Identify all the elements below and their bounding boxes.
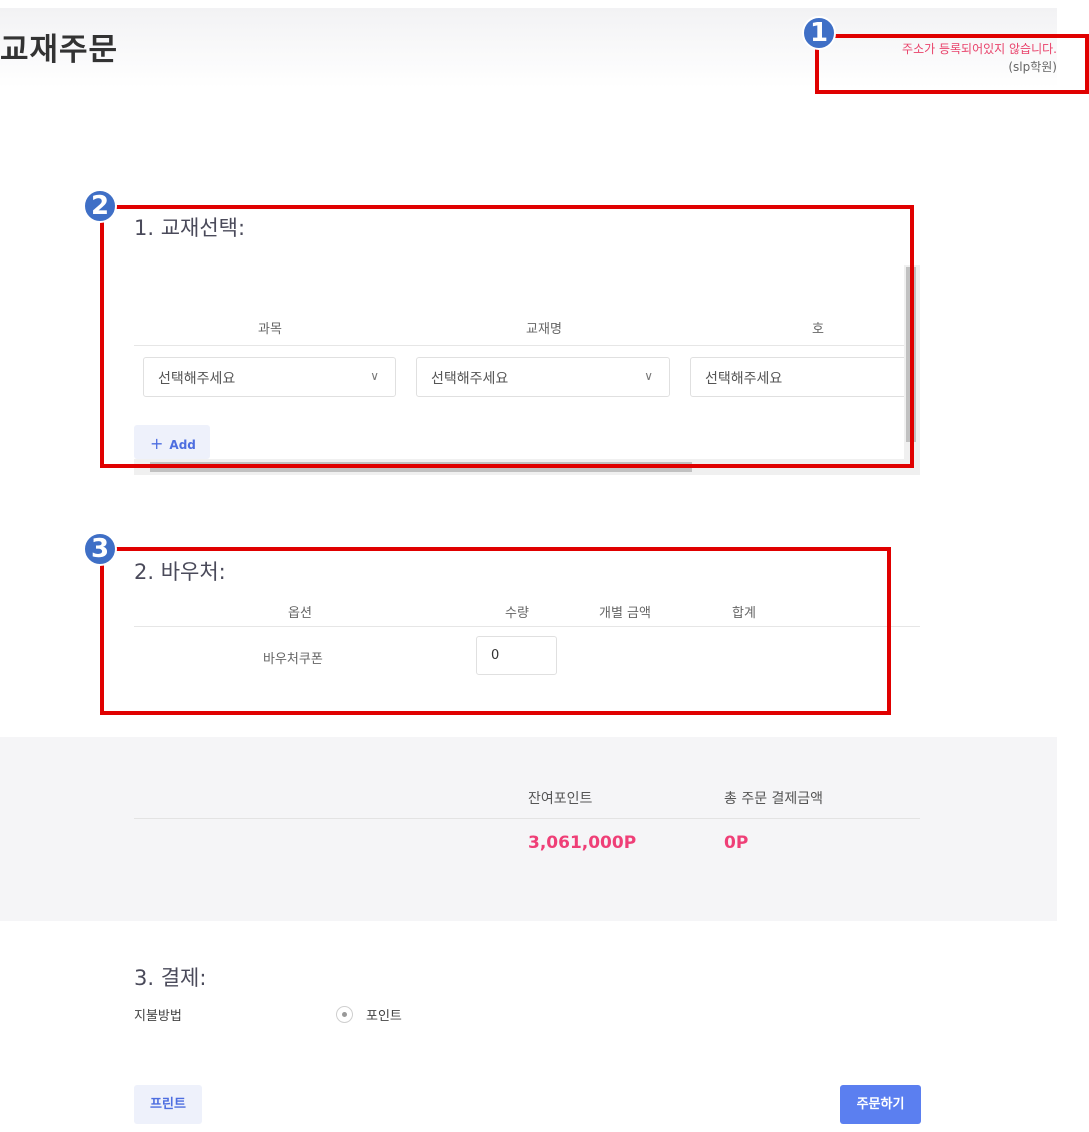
annotation-box-1 — [815, 34, 1089, 94]
page-title: 교재주문 — [0, 32, 119, 68]
summary-divider — [134, 818, 920, 819]
order-button[interactable]: 주문하기 — [840, 1085, 921, 1124]
points-summary: 잔여포인트 총 주문 결제금액 3,061,000P 0P — [0, 737, 1057, 921]
annotation-badge-2: 2 — [83, 189, 117, 223]
section-title-payment: 3. 결제: — [134, 966, 207, 990]
total-payment-label: 총 주문 결제금액 — [724, 791, 824, 807]
payment-method-label: 지불방법 — [134, 1009, 182, 1024]
points-radio[interactable] — [336, 1006, 353, 1023]
remaining-points-label: 잔여포인트 — [528, 791, 593, 807]
points-radio-label[interactable]: 포인트 — [366, 1005, 402, 1024]
print-button[interactable]: 프린트 — [134, 1085, 202, 1124]
total-payment-value: 0P — [724, 833, 749, 853]
annotation-badge-1: 1 — [802, 16, 836, 50]
annotation-badge-3: 3 — [83, 532, 117, 566]
annotation-box-3 — [100, 547, 891, 715]
remaining-points-value: 3,061,000P — [528, 833, 637, 853]
radio-dot — [342, 1012, 347, 1017]
annotation-box-2 — [100, 205, 914, 468]
